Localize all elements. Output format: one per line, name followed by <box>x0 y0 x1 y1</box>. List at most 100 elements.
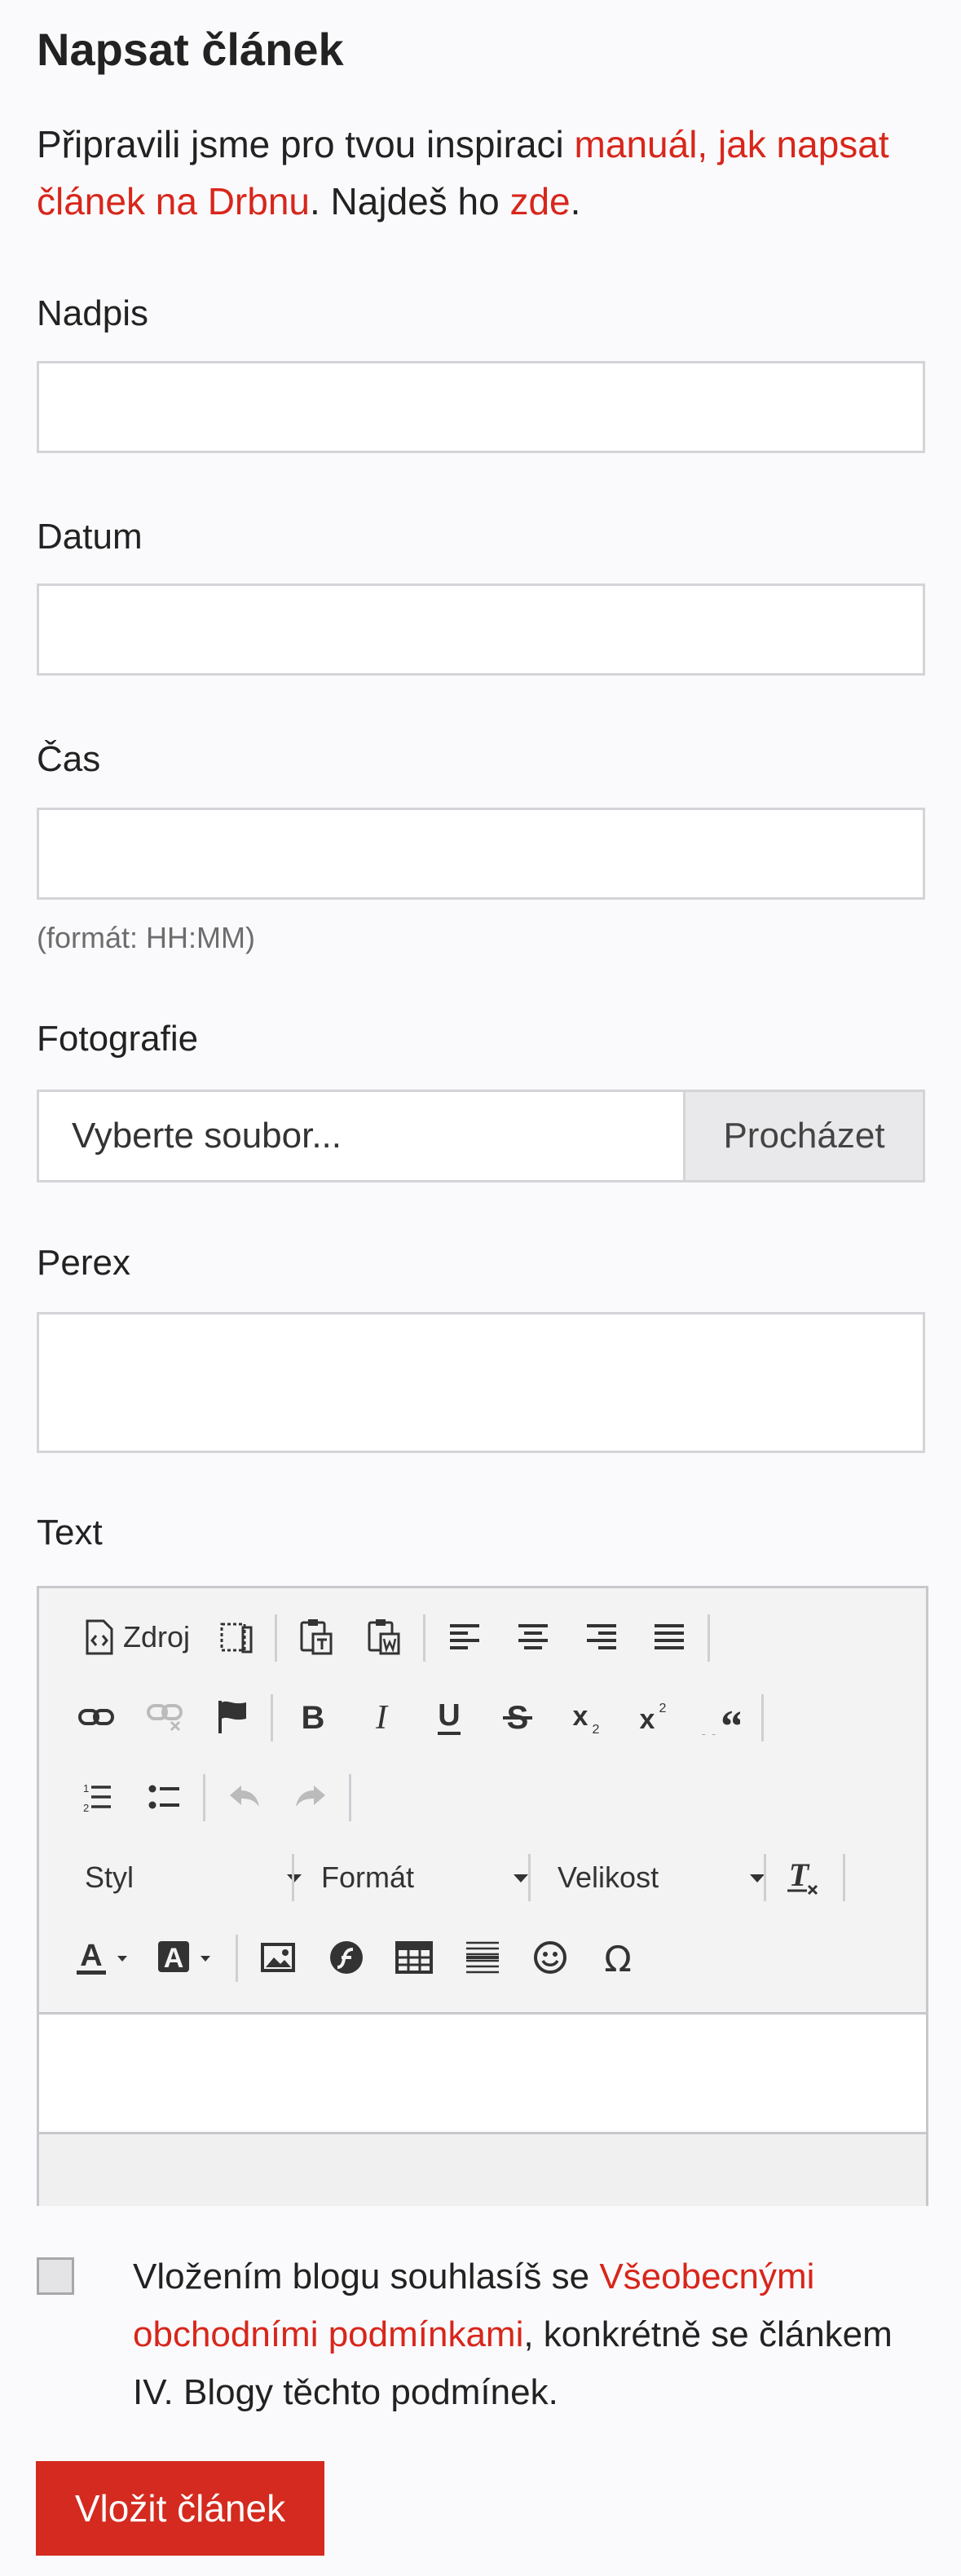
table-button[interactable] <box>390 1933 439 1982</box>
subscript-button[interactable]: x2 <box>561 1693 610 1742</box>
svg-text:U: U <box>438 1698 460 1733</box>
paste-word-icon <box>368 1619 400 1655</box>
flash-button[interactable] <box>322 1933 371 1982</box>
toolbar-separator <box>761 1694 764 1742</box>
toolbar-separator <box>423 1614 425 1662</box>
svg-text:A: A <box>164 1943 184 1974</box>
intro-text-end: . <box>570 180 581 222</box>
editor-status-bar <box>39 2134 926 2206</box>
toolbar-separator <box>275 1614 277 1662</box>
svg-text:T: T <box>789 1858 810 1893</box>
format-dropdown[interactable]: Formát <box>308 1853 528 1902</box>
blockquote-icon: „“ <box>701 1702 740 1735</box>
submit-article-button[interactable]: Vložit článek <box>36 2461 324 2556</box>
chevron-down-icon <box>750 1874 765 1882</box>
underline-button[interactable]: U <box>425 1693 474 1742</box>
smiley-icon <box>534 1941 566 1974</box>
smiley-button[interactable] <box>526 1933 575 1982</box>
toolbar-separator <box>708 1614 710 1662</box>
headline-input[interactable] <box>37 361 925 453</box>
page-title: Napsat článek <box>37 24 344 75</box>
numbered-list-button[interactable]: 12 <box>72 1772 121 1821</box>
strike-button[interactable]: S <box>493 1693 542 1742</box>
anchor-button[interactable] <box>208 1693 257 1742</box>
link-icon <box>78 1709 114 1725</box>
paste-word-button[interactable] <box>359 1613 408 1662</box>
time-format-hint: (formát: HH:MM) <box>37 921 255 954</box>
source-icon <box>86 1619 113 1655</box>
svg-text:2: 2 <box>83 1802 89 1813</box>
image-button[interactable] <box>253 1933 302 1982</box>
templates-icon <box>220 1623 253 1653</box>
photo-file-placeholder: Vyberte soubor... <box>72 1116 342 1156</box>
strike-icon: S <box>503 1700 532 1735</box>
special-char-button[interactable]: Ω <box>593 1933 642 1982</box>
underline-icon: U <box>438 1698 461 1735</box>
rich-text-editor: Zdroj B I U S x 2 x 2 1 2 Styl Formát Ve… <box>37 1586 928 2206</box>
svg-text:x: x <box>573 1701 589 1732</box>
redo-icon <box>296 1786 325 1807</box>
intro-text: Připravili jsme pro tvou inspiraci manuá… <box>37 116 925 230</box>
templates-button[interactable] <box>212 1613 261 1662</box>
anchor-flag-icon <box>218 1701 246 1733</box>
italic-button[interactable]: I <box>357 1693 406 1742</box>
remove-format-icon: T <box>787 1858 818 1896</box>
blockquote-button[interactable]: „“ <box>696 1693 745 1742</box>
bulleted-list-button[interactable] <box>140 1772 189 1821</box>
background-color-button[interactable]: A <box>153 1933 218 1982</box>
style-dropdown[interactable]: Styl <box>72 1853 302 1902</box>
browse-button[interactable]: Procházet <box>683 1092 923 1180</box>
editor-content-area[interactable] <box>39 2012 926 2134</box>
unlink-icon <box>147 1704 183 1732</box>
align-center-button[interactable] <box>509 1613 558 1662</box>
align-right-button[interactable] <box>577 1613 626 1662</box>
special-char-icon: Ω <box>604 1939 632 1976</box>
horizontal-line-button[interactable] <box>458 1933 507 1982</box>
bold-button[interactable]: B <box>289 1693 337 1742</box>
svg-text:A: A <box>80 1939 102 1973</box>
text-color-icon: A <box>77 1939 127 1975</box>
remove-format-button[interactable]: T <box>779 1853 828 1902</box>
italic-icon: I <box>375 1699 389 1735</box>
flash-icon <box>330 1941 363 1974</box>
perex-label: Perex <box>37 1243 130 1283</box>
justify-button[interactable] <box>645 1613 694 1662</box>
time-label: Čas <box>37 739 101 779</box>
source-button[interactable]: Zdroj <box>72 1613 202 1662</box>
align-center-icon <box>518 1624 548 1649</box>
superscript-button[interactable]: x2 <box>628 1693 677 1742</box>
photo-file-input[interactable]: Vyberte soubor... Procházet <box>37 1090 925 1182</box>
size-dropdown-label: Velikost <box>558 1860 659 1894</box>
svg-text:Ω: Ω <box>604 1939 632 1976</box>
text-label: Text <box>37 1513 103 1552</box>
source-label: Zdroj <box>122 1620 191 1653</box>
bulleted-list-icon <box>148 1785 179 1809</box>
svg-text:I: I <box>375 1699 389 1735</box>
intro-text-middle: . Najdeš ho <box>309 180 510 222</box>
svg-text:2: 2 <box>593 1723 600 1735</box>
bold-icon: B <box>302 1700 325 1735</box>
perex-input[interactable] <box>37 1312 925 1453</box>
align-left-icon <box>450 1624 479 1649</box>
svg-text:B: B <box>302 1700 325 1735</box>
link-button[interactable] <box>72 1693 121 1742</box>
svg-text:2: 2 <box>659 1702 667 1715</box>
superscript-icon: x2 <box>640 1702 667 1735</box>
undo-button <box>220 1772 269 1821</box>
terms-checkbox[interactable] <box>37 2257 74 2295</box>
time-input[interactable] <box>37 808 925 900</box>
horizontal-line-icon <box>466 1941 499 1974</box>
align-left-button[interactable] <box>440 1613 489 1662</box>
date-input[interactable] <box>37 583 925 676</box>
toolbar-separator <box>292 1854 294 1901</box>
size-dropdown[interactable]: Velikost <box>544 1853 765 1902</box>
toolbar-separator <box>528 1854 531 1901</box>
editor-toolbar: Zdroj B I U S x 2 x 2 1 2 Styl Formát Ve… <box>39 1588 926 2012</box>
here-link[interactable]: zde <box>509 180 570 222</box>
background-color-icon: A <box>158 1941 210 1974</box>
terms-text-start: Vložením blogu souhlasíš se <box>133 2257 600 2296</box>
text-color-button[interactable]: A <box>72 1933 134 1982</box>
numbered-list-icon: 12 <box>83 1782 111 1813</box>
paste-text-button[interactable] <box>292 1613 341 1662</box>
chevron-down-icon <box>514 1874 528 1882</box>
